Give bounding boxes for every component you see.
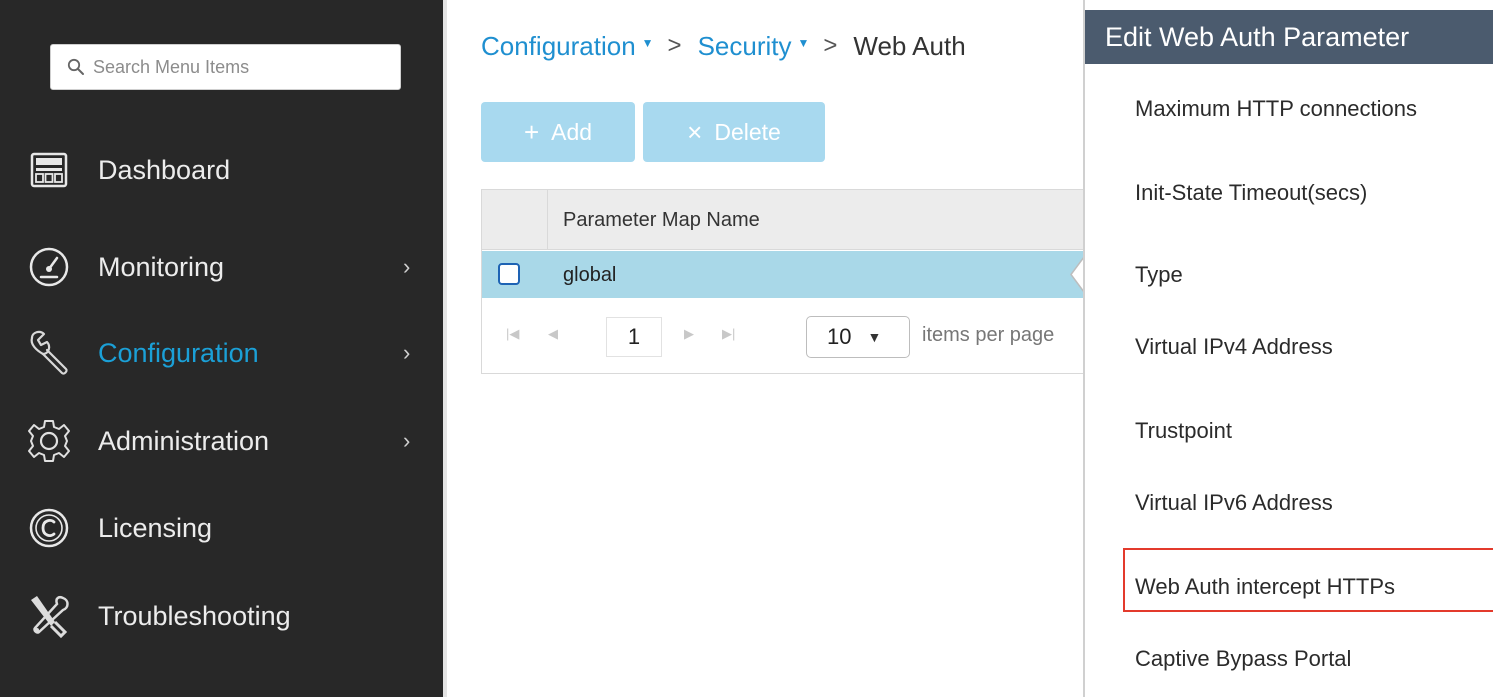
dashboard-icon (22, 143, 76, 197)
nav-item-dashboard[interactable]: Dashboard (0, 140, 443, 200)
items-per-page-label: items per page (922, 324, 1055, 346)
chevron-down-icon: ▼ (867, 329, 882, 345)
plus-icon: + (523, 116, 540, 147)
nav-label-configuration: Configuration (98, 337, 259, 368)
delete-button[interactable]: × Delete (643, 102, 825, 162)
prev-page-icon[interactable]: ◀ (548, 326, 558, 342)
sidebar-divider (443, 0, 447, 697)
nav-label-licensing: Licensing (98, 512, 213, 543)
gear-icon (22, 414, 76, 468)
next-page-icon[interactable]: ▶ (684, 326, 694, 342)
row-name[interactable]: global (563, 264, 616, 287)
breadcrumb-configuration-link[interactable]: Configuration (481, 31, 636, 62)
first-page-icon[interactable]: |◀ (506, 326, 519, 342)
close-icon: × (687, 116, 703, 147)
field-label-virtual-ipv4: Virtual IPv4 Address (1135, 334, 1333, 359)
nav-item-monitoring[interactable]: Monitoring › (0, 237, 443, 297)
panel-title: Edit Web Auth Parameter (1085, 10, 1493, 64)
wrench-icon (22, 326, 76, 380)
nav-label-monitoring: Monitoring (98, 251, 225, 282)
breadcrumb-current: Web Auth (853, 30, 966, 61)
edit-panel: Edit Web Auth Parameter Maximum HTTP con… (1083, 0, 1493, 697)
add-button[interactable]: + Add (481, 102, 635, 162)
field-label-max-http-connections: Maximum HTTP connections (1135, 96, 1418, 121)
row-checkbox[interactable] (498, 263, 520, 285)
pagination: |◀ ◀ 1 ▶ ▶| 10 ▼ items per page (482, 305, 1085, 365)
column-header-parameter-map-name[interactable]: Parameter Map Name (563, 209, 760, 232)
select-all-cell (482, 190, 548, 250)
parameter-map-table: Parameter Map Name global |◀ ◀ 1 ▶ ▶| 10… (481, 189, 1087, 374)
table-header: Parameter Map Name (482, 190, 1085, 250)
chevron-right-icon: › (403, 428, 411, 453)
breadcrumb: Configuration ▼ > Security ▼ > Web Auth (481, 28, 966, 64)
search-icon (67, 58, 84, 75)
field-label-init-state-timeout: Init-State Timeout(secs) (1135, 180, 1368, 205)
caret-down-icon[interactable]: ▼ (642, 36, 654, 50)
nav-label-dashboard: Dashboard (98, 154, 231, 185)
copyright-icon (22, 501, 76, 555)
field-label-captive-bypass-portal: Captive Bypass Portal (1135, 646, 1352, 671)
field-label-trustpoint: Trustpoint (1135, 418, 1233, 443)
chevron-right-icon: › (403, 254, 411, 279)
sidebar: Dashboard Monitoring › Configuration › (0, 0, 443, 697)
current-page[interactable]: 1 (606, 317, 662, 357)
nav-item-administration[interactable]: Administration › (0, 411, 443, 471)
tools-icon (22, 589, 76, 643)
nav-item-licensing[interactable]: Licensing (0, 498, 443, 558)
nav-label-administration: Administration (98, 425, 270, 456)
breadcrumb-separator: > (823, 32, 838, 59)
breadcrumb-security-link[interactable]: Security (698, 31, 792, 62)
field-label-virtual-ipv6: Virtual IPv6 Address (1135, 490, 1333, 515)
breadcrumb-separator: > (667, 32, 682, 59)
caret-down-icon[interactable]: ▼ (797, 36, 809, 50)
last-page-icon[interactable]: ▶| (722, 326, 735, 342)
nav-label-troubleshooting: Troubleshooting (98, 600, 291, 631)
highlight-box (1123, 548, 1493, 612)
search-input[interactable] (93, 56, 373, 78)
add-button-label: Add (551, 118, 593, 145)
table-row[interactable]: global (482, 251, 1087, 298)
items-per-page-value: 10 (827, 324, 852, 349)
gauge-icon (22, 240, 76, 294)
nav-item-configuration[interactable]: Configuration › (0, 323, 443, 383)
delete-button-label: Delete (714, 118, 781, 145)
search-box[interactable] (50, 44, 401, 90)
items-per-page-select[interactable]: 10 ▼ (806, 316, 910, 358)
chevron-right-icon: › (403, 340, 411, 365)
nav-item-troubleshooting[interactable]: Troubleshooting (0, 586, 443, 646)
field-label-type: Type (1135, 262, 1183, 287)
